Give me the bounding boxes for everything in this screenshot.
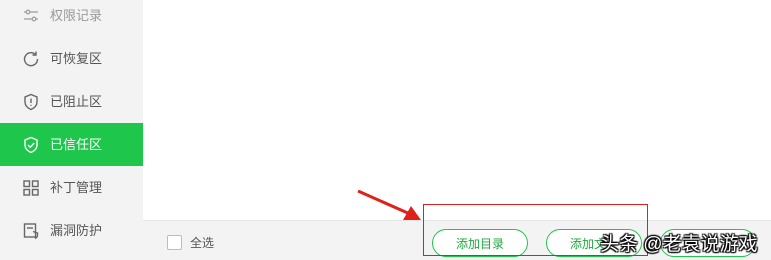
watermark: 头条 @老袁说游戏 xyxy=(600,234,758,255)
grid-icon xyxy=(22,179,40,197)
sidebar-item-label: 权限记录 xyxy=(50,8,103,23)
sidebar-item-recoverable[interactable]: 可恢复区 xyxy=(0,37,143,80)
sidebar-item-label: 可恢复区 xyxy=(50,51,103,66)
shield-exclamation-icon xyxy=(22,93,40,111)
sidebar-item-permission-records[interactable]: 权限记录 xyxy=(0,0,143,37)
sliders-icon xyxy=(22,7,40,25)
refresh-icon xyxy=(22,50,40,68)
sidebar-item-label: 漏洞防护 xyxy=(50,223,103,238)
select-all-label: 全选 xyxy=(190,236,215,250)
annotation-arrow-icon xyxy=(357,189,421,220)
sidebar: 权限记录 可恢复区 已阻止区 已信任区 补丁管理 漏洞防护 xyxy=(0,0,143,260)
sidebar-item-label: 已阻止区 xyxy=(50,94,103,109)
trusted-list-area xyxy=(143,0,771,220)
sidebar-item-blocked[interactable]: 已阻止区 xyxy=(0,80,143,123)
select-all-checkbox[interactable]: 全选 xyxy=(167,234,214,251)
document-shield-icon xyxy=(22,222,40,240)
sidebar-item-trusted[interactable]: 已信任区 xyxy=(0,123,143,166)
checkbox-box[interactable] xyxy=(167,235,182,250)
sidebar-item-label: 补丁管理 xyxy=(50,180,103,195)
sidebar-item-vulnerability-protection[interactable]: 漏洞防护 xyxy=(0,209,143,252)
sidebar-item-label: 已信任区 xyxy=(50,137,103,152)
sidebar-item-patch-management[interactable]: 补丁管理 xyxy=(0,166,143,209)
shield-check-icon xyxy=(22,136,40,154)
